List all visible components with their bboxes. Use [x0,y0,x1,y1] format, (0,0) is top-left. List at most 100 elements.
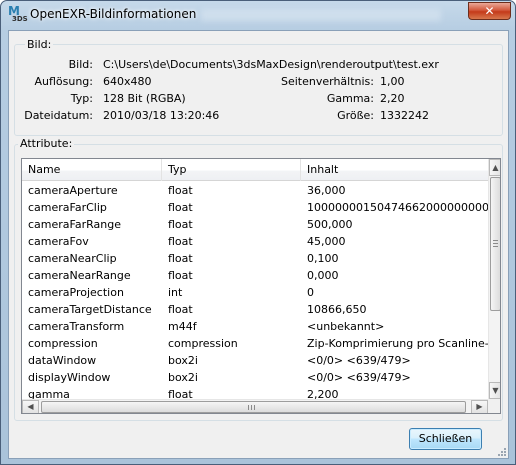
attribute-name-cell: cameraAperture [28,184,118,197]
aspect-ratio-label: Seitenverhältnis: [280,75,374,88]
grip-line [251,405,252,410]
scroll-up-button[interactable]: ▲ [489,159,500,176]
aspect-ratio-value: 1,00 [380,75,405,88]
attribute-content-cell: 0,000 [307,269,339,282]
scroll-down-button[interactable]: ▼ [489,382,500,399]
close-window-button[interactable]: ✕ [468,2,511,20]
attribute-type-cell: float [168,201,193,214]
attribute-name-cell: cameraFarRange [28,218,121,231]
attribute-name-cell: cameraTransform [28,320,125,333]
attribute-content-cell: 0 [307,286,314,299]
vertical-scroll-thumb[interactable] [490,177,500,311]
attribute-content-cell: 10866,650 [307,303,367,316]
attribute-type-cell: compression [168,337,238,350]
horizontal-scroll-thumb[interactable] [41,401,466,413]
list-row[interactable]: cameraFarRange float 500,000 [22,216,488,233]
attribute-content-cell: 36,000 [307,184,346,197]
list-row[interactable]: cameraNearClip float 0,100 [22,250,488,267]
attribute-name-cell: dataWindow [28,354,97,367]
grip-line [248,405,249,410]
attribute-type-cell: float [168,252,193,265]
list-header: Name Typ Inhalt [22,159,488,181]
chevron-up-icon: ▲ [492,163,499,172]
gamma-label: Gamma: [326,92,374,105]
attribute-content-cell: Zip-Komprimierung pro Scanline-Ba... [307,337,488,350]
list-row[interactable]: displayWindow box2i <0/0> <639/479> [22,369,488,386]
list-body: cameraAperture float 36,000 cameraFarClip fl… [22,182,488,399]
dialog-client-area: Bild: Bild: C:\Users\de\Documents\3dsMax… [8,30,509,459]
list-row[interactable]: cameraProjection int 0 [22,284,488,301]
close-button[interactable]: Schließen [409,428,482,450]
resolution-value: 640x480 [103,75,152,88]
close-icon: ✕ [484,4,495,18]
list-row[interactable]: cameraAperture float 36,000 [22,182,488,199]
chevron-left-icon: ◀ [27,402,34,411]
gamma-value: 2,20 [380,92,405,105]
attribute-name-cell: cameraFarClip [28,201,107,214]
grip-line [254,405,255,410]
file-value: C:\Users\de\Documents\3dsMaxDesign\rende… [103,58,439,71]
grip-line [493,240,498,241]
list-row[interactable]: cameraFarClip float 1000000015047466200000… [22,199,488,216]
type-label: Typ: [70,92,93,105]
scrollbar-corner [488,399,500,413]
vertical-scrollbar[interactable]: ▲ ▼ [488,159,500,399]
attribute-type-cell: float [168,269,193,282]
dialog-window: M 3DS OpenEXR-Bildinformationen ✕ Bild: … [0,0,516,465]
attribute-content-cell: 45,000 [307,235,346,248]
date-value: 2010/03/18 13:20:46 [103,109,220,122]
horizontal-scrollbar[interactable]: ◀ ▶ [22,399,488,413]
list-row[interactable]: compression compression Zip-Komprimierung … [22,335,488,352]
attribute-type-cell: float [168,184,193,197]
attribute-type-cell: float [168,303,193,316]
chevron-down-icon: ▼ [492,386,499,395]
image-group-label: Bild: [25,38,54,51]
column-header-name[interactable]: Name [22,159,162,181]
attributes-list[interactable]: Name Typ Inhalt cameraAperture float 36,00… [21,158,501,414]
attribute-type-cell: float [168,218,193,231]
chevron-right-icon: ▶ [476,402,483,411]
date-label: Dateidatum: [24,109,93,122]
file-label: Bild: [68,58,93,71]
attribute-name-cell: cameraFov [28,235,89,248]
attribute-content-cell: 2,200 [307,388,339,399]
attribute-content-cell: 0,100 [307,252,339,265]
scroll-right-button[interactable]: ▶ [471,400,488,413]
list-row[interactable]: cameraFov float 45,000 [22,233,488,250]
attributes-group-label: Attribute: [18,137,75,150]
list-row[interactable]: cameraNearRange float 0,000 [22,267,488,284]
list-row[interactable]: gamma float 2,200 [22,386,488,399]
size-label: Größe: [337,109,374,122]
attribute-name-cell: gamma [28,388,70,399]
column-header-content[interactable]: Inhalt [301,159,488,181]
attribute-type-cell: box2i [168,354,198,367]
attribute-name-cell: compression [28,337,98,350]
window-title: OpenEXR-Bildinformationen [30,7,197,21]
app-icon: M 3DS [7,5,28,25]
grip-line [493,243,498,244]
attribute-name-cell: displayWindow [28,371,111,384]
attribute-content-cell: <unbekannt> [307,320,385,333]
attribute-name-cell: cameraNearClip [28,252,117,265]
resize-grip[interactable] [496,446,506,456]
attribute-name-cell: cameraNearRange [28,269,131,282]
app-icon-subtext: 3DS [12,15,28,23]
attribute-content-cell: <0/0> <639/479> [307,354,411,367]
attribute-type-cell: int [168,286,183,299]
list-row[interactable]: dataWindow box2i <0/0> <639/479> [22,352,488,369]
size-value: 1332242 [380,109,429,122]
attribute-content-cell: <0/0> <639/479> [307,371,411,384]
list-row[interactable]: cameraTargetDistance float 10866,650 [22,301,488,318]
scroll-left-button[interactable]: ◀ [22,400,39,413]
grip-line [493,246,498,247]
resolution-label: Auflösung: [34,75,93,88]
attribute-type-cell: float [168,235,193,248]
attribute-type-cell: box2i [168,371,198,384]
attribute-type-cell: float [168,388,193,399]
column-header-type[interactable]: Typ [162,159,301,181]
attribute-content-cell: 500,000 [307,218,353,231]
list-row[interactable]: cameraTransform m44f <unbekannt> [22,318,488,335]
title-bar[interactable]: M 3DS OpenEXR-Bildinformationen ✕ [1,1,515,29]
attribute-name-cell: cameraProjection [28,286,124,299]
title-glass-area [201,9,441,21]
